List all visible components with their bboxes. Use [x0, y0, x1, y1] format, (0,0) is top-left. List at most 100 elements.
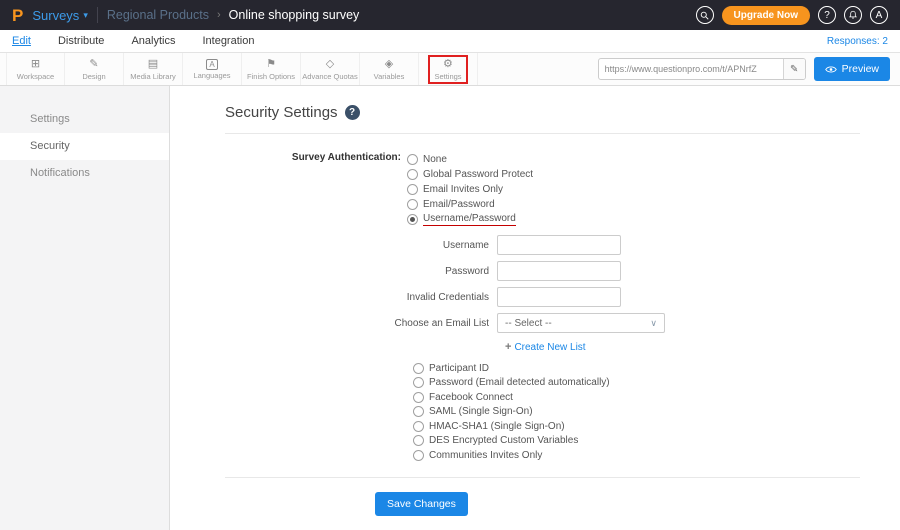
radio-icon[interactable] [413, 391, 424, 403]
topbar-actions: Upgrade Now ? A [695, 5, 888, 25]
chevron-down-icon: ∨ [650, 317, 657, 328]
menubar: Edit Distribute Analytics Integration Re… [0, 30, 900, 53]
settings-annotation-highlight: ⚙ Settings [428, 54, 468, 84]
breadcrumb-current: Online shopping survey [228, 8, 360, 22]
password-input[interactable] [497, 261, 621, 281]
email-list-label: Choose an Email List [394, 317, 490, 329]
username-input[interactable] [497, 235, 621, 255]
avatar[interactable]: A [870, 6, 888, 24]
radio-icon[interactable] [413, 362, 424, 374]
radio-option-global-password[interactable]: Global Password Protect [407, 167, 533, 182]
toolbar-item-label: Settings [434, 71, 462, 81]
toolbar-item-media-library[interactable]: ▤ Media Library [124, 53, 183, 85]
radio-option-saml[interactable]: SAML (Single Sign-On) [413, 405, 860, 420]
radio-icon[interactable] [407, 184, 418, 195]
edit-url-pencil-icon[interactable]: ✎ [782, 59, 805, 79]
tab-analytics[interactable]: Analytics [131, 35, 175, 47]
radio-icon[interactable] [413, 435, 424, 447]
search-icon[interactable] [695, 6, 714, 24]
toolbar-item-variables[interactable]: ◈ Variables [360, 53, 419, 85]
sidebar-item-settings[interactable]: Settings [0, 106, 169, 133]
toolbar-item-label: Media Library [130, 71, 176, 81]
toolbar-item-label: Design [82, 71, 106, 81]
radio-option-email-password[interactable]: Email/Password [407, 197, 533, 212]
radio-icon[interactable] [407, 169, 418, 180]
radio-icon[interactable] [413, 449, 424, 461]
radio-icon[interactable] [413, 406, 424, 418]
username-password-annotation-underline: Username/Password [423, 213, 516, 226]
preview-button[interactable]: Preview [813, 57, 890, 81]
tab-integration[interactable]: Integration [202, 35, 254, 47]
toolbar-item-languages[interactable]: A Languages [183, 53, 242, 85]
tab-distribute[interactable]: Distribute [58, 35, 104, 47]
title-divider [225, 133, 860, 134]
radio-icon[interactable] [407, 199, 418, 210]
breadcrumb-separator: › [217, 9, 221, 21]
gear-icon: ⚙ [443, 57, 453, 70]
preview-button-label: Preview [841, 63, 879, 75]
radio-option-password-email-detected[interactable]: Password (Email detected automatically) [413, 376, 860, 391]
content: Settings Security Notifications Security… [0, 86, 900, 530]
toolbar-item-finish-options[interactable]: ⚑ Finish Options [242, 53, 301, 85]
survey-authentication-row: Survey Authentication: None Global Passw… [225, 152, 860, 227]
create-new-list-label: Create New List [514, 341, 586, 353]
toolbar-item-design[interactable]: ✎ Design [65, 53, 124, 85]
security-settings-panel: Security Settings ? Survey Authenticatio… [170, 86, 900, 530]
radio-option-des-encrypted[interactable]: DES Encrypted Custom Variables [413, 434, 860, 449]
page: P Surveys ▾ Regional Products › Online s… [0, 0, 900, 530]
surveys-menu[interactable]: Surveys ▾ [32, 8, 88, 23]
eye-icon [824, 66, 837, 72]
username-label: Username [442, 239, 489, 251]
radio-option-communities-invites[interactable]: Communities Invites Only [413, 448, 860, 463]
credential-fields: Username Password Invalid Credentials Ch… [225, 235, 860, 355]
survey-url-box: ✎ [597, 58, 806, 80]
toolbar: ⊞ Workspace ✎ Design ▤ Media Library A L… [0, 53, 900, 86]
breadcrumb: Regional Products › Online shopping surv… [107, 8, 359, 22]
radio-option-email-invites-only[interactable]: Email Invites Only [407, 182, 533, 197]
toolbar-item-label: Variables [373, 71, 405, 81]
toolbar-item-label: Finish Options [247, 71, 295, 81]
auth-options-top: None Global Password Protect Email Invit… [407, 152, 533, 227]
radio-option-username-password[interactable]: Username/Password [407, 212, 533, 227]
toolbar-item-advance-quotas[interactable]: ◇ Advance Quotas [301, 53, 360, 85]
username-row: Username [225, 235, 860, 255]
radio-option-participant-id[interactable]: Participant ID [413, 361, 860, 376]
radio-option-facebook-connect[interactable]: Facebook Connect [413, 390, 860, 405]
password-label: Password [445, 265, 489, 277]
upgrade-now-button[interactable]: Upgrade Now [721, 5, 810, 25]
security-form: Survey Authentication: None Global Passw… [225, 152, 860, 516]
toolbar-item-settings[interactable]: ⚙ Settings [419, 53, 478, 85]
save-area: Save Changes [225, 476, 860, 516]
topbar: P Surveys ▾ Regional Products › Online s… [0, 0, 900, 30]
email-list-row: Choose an Email List -- Select -- ∨ [225, 313, 860, 333]
radio-option-hmac-sha1[interactable]: HMAC-SHA1 (Single Sign-On) [413, 419, 860, 434]
create-new-list-link[interactable]: + Create New List [505, 339, 860, 355]
settings-sidebar: Settings Security Notifications [0, 86, 170, 530]
sidebar-item-security[interactable]: Security [0, 133, 169, 160]
email-list-select[interactable]: -- Select -- ∨ [497, 313, 665, 333]
variables-icon: ◈ [384, 57, 394, 70]
caret-down-icon: ▾ [83, 9, 88, 20]
media-library-icon: ▤ [147, 57, 159, 70]
breadcrumb-parent[interactable]: Regional Products [107, 8, 209, 22]
survey-url-input[interactable] [598, 64, 783, 74]
radio-option-none[interactable]: None [407, 152, 533, 167]
topbar-divider [96, 7, 98, 23]
help-icon[interactable]: ? [818, 6, 836, 24]
languages-icon: A [206, 58, 218, 70]
radio-icon[interactable] [407, 154, 418, 165]
tab-edit[interactable]: Edit [12, 35, 31, 47]
radio-icon-selected[interactable] [407, 214, 418, 225]
responses-count[interactable]: Responses: 2 [827, 36, 888, 47]
toolbar-item-label: Advance Quotas [302, 71, 358, 81]
workspace-icon: ⊞ [30, 57, 41, 70]
questionpro-logo[interactable]: P [12, 7, 23, 24]
sidebar-item-notifications[interactable]: Notifications [0, 160, 169, 187]
radio-icon[interactable] [413, 420, 424, 432]
invalid-credentials-input[interactable] [497, 287, 621, 307]
save-changes-button[interactable]: Save Changes [375, 491, 468, 516]
radio-icon[interactable] [413, 377, 424, 389]
title-help-icon[interactable]: ? [344, 105, 360, 120]
toolbar-item-workspace[interactable]: ⊞ Workspace [6, 53, 65, 85]
notifications-bell-icon[interactable] [844, 6, 862, 24]
